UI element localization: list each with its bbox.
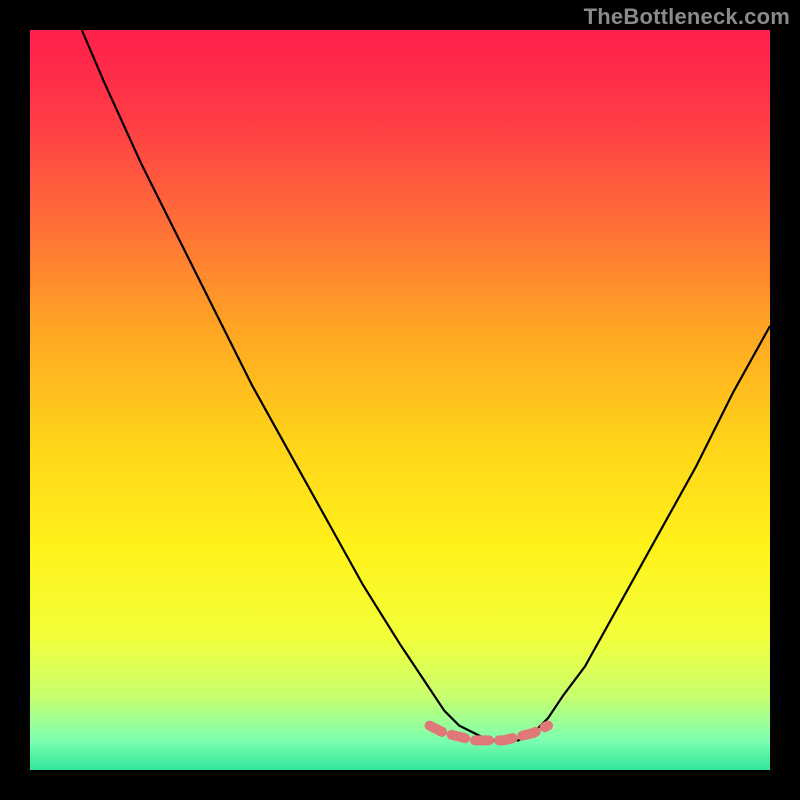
- curve-layer: [30, 30, 770, 770]
- watermark-text: TheBottleneck.com: [584, 4, 790, 30]
- plot-area: [30, 30, 770, 770]
- chart-frame: TheBottleneck.com: [0, 0, 800, 800]
- flat-region-marker: [430, 726, 548, 741]
- bottleneck-curve: [82, 30, 770, 740]
